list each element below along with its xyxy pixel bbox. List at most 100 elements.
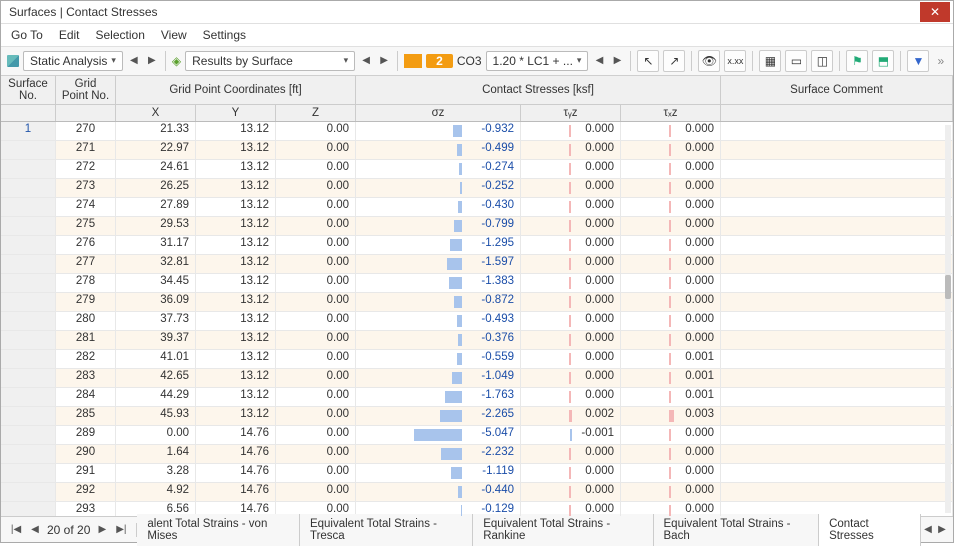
select-cursor-icon[interactable]: ↗ [663, 50, 685, 72]
more-icon[interactable]: » [937, 54, 944, 68]
table-row[interactable]: 28545.9313.120.00-2.2650.0020.003 [1, 407, 953, 426]
table-row[interactable]: 28342.6513.120.00-1.0490.0000.001 [1, 369, 953, 388]
table-row[interactable]: 27122.9713.120.00-0.4990.0000.000 [1, 141, 953, 160]
export-excel-icon[interactable]: ⬒ [872, 50, 894, 72]
cell-x: 34.45 [116, 274, 196, 292]
analysis-dropdown[interactable]: Static Analysis ▾ [23, 51, 123, 71]
table-row[interactable]: 27936.0913.120.00-0.8720.0000.000 [1, 293, 953, 312]
menu-settings[interactable]: Settings [203, 28, 246, 42]
first-page-button[interactable]: |◀ [9, 524, 23, 535]
col-surface-no[interactable]: Surface No. [1, 76, 56, 104]
menu-view[interactable]: View [161, 28, 187, 42]
next-page-button[interactable]: ▶ [95, 524, 109, 535]
table-row[interactable]: 2890.0014.760.00-5.047-0.0010.000 [1, 426, 953, 445]
cell-sz: -0.129 [356, 502, 521, 516]
last-page-button[interactable]: ▶| [114, 524, 128, 535]
table-row[interactable]: 27326.2513.120.00-0.2520.0000.000 [1, 179, 953, 198]
toolbar: Static Analysis ▾ ◀ ▶ ◈ Results by Surfa… [1, 47, 953, 76]
cell-point: 285 [56, 407, 116, 425]
table-row[interactable]: 27834.4513.120.00-1.3830.0000.000 [1, 274, 953, 293]
cell-point: 274 [56, 198, 116, 216]
flag-icon[interactable]: ⚑ [846, 50, 868, 72]
results-dropdown[interactable]: Results by Surface ▾ [185, 51, 355, 71]
combo-dropdown[interactable]: 1.20 * LC1 + ... ▾ [486, 51, 589, 71]
cell-tyz: 0.000 [521, 236, 621, 254]
cell-tyz: -0.001 [521, 426, 621, 444]
surface-icon: ◈ [172, 54, 181, 68]
next-button[interactable]: ▶ [610, 55, 624, 66]
menu-selection[interactable]: Selection [96, 28, 145, 42]
cell-y: 13.12 [196, 236, 276, 254]
col-sz[interactable]: σᴢ [356, 105, 521, 121]
cell-y: 14.76 [196, 445, 276, 463]
panel-icon[interactable]: ▭ [785, 50, 807, 72]
table-row[interactable]: 28139.3713.120.00-0.3760.0000.000 [1, 331, 953, 350]
cell-point: 283 [56, 369, 116, 387]
table-row[interactable]: 28241.0113.120.00-0.5590.0000.001 [1, 350, 953, 369]
menu-goto[interactable]: Go To [11, 28, 43, 42]
window-icon[interactable]: ◫ [811, 50, 833, 72]
decimal-icon[interactable]: x.xx [724, 50, 746, 72]
tab-scroll-right[interactable]: ▶ [935, 524, 949, 535]
table-row[interactable]: 27732.8113.120.00-1.5970.0000.000 [1, 255, 953, 274]
cell-z: 0.00 [276, 255, 356, 273]
cell-x: 45.93 [116, 407, 196, 425]
table-row[interactable]: 27224.6113.120.00-0.2740.0000.000 [1, 160, 953, 179]
col-group-stress[interactable]: Contact Stresses [ksf] [356, 76, 721, 104]
cell-x: 22.97 [116, 141, 196, 159]
select-arrow-icon[interactable]: ↖ [637, 50, 659, 72]
col-tyz[interactable]: τᵧᴢ [521, 105, 621, 121]
prev-page-button[interactable]: ◀ [28, 524, 42, 535]
col-comment-sub [721, 105, 953, 121]
cell-comment [721, 388, 953, 406]
table-row[interactable]: 2901.6414.760.00-2.2320.0000.000 [1, 445, 953, 464]
cell-point: 270 [56, 122, 116, 140]
tab[interactable]: alent Total Strains - von Mises [137, 514, 300, 546]
col-z[interactable]: Z [276, 105, 356, 121]
col-txz[interactable]: τₓᴢ [621, 105, 721, 121]
cell-z: 0.00 [276, 483, 356, 501]
cell-tyz: 0.000 [521, 388, 621, 406]
cell-sz: -1.763 [356, 388, 521, 406]
prev-button[interactable]: ◀ [359, 55, 373, 66]
close-button[interactable]: ✕ [920, 2, 950, 22]
cell-surface-no [1, 293, 56, 311]
grid-icon[interactable]: ▦ [759, 50, 781, 72]
table-row[interactable]: 2924.9214.760.00-0.4400.0000.000 [1, 483, 953, 502]
table-row[interactable]: 27631.1713.120.00-1.2950.0000.000 [1, 236, 953, 255]
prev-button[interactable]: ◀ [592, 55, 606, 66]
filter-icon[interactable]: ▼ [907, 50, 929, 72]
table-row[interactable]: 127021.3313.120.00-0.9320.0000.000 [1, 122, 953, 141]
table-row[interactable]: 27529.5313.120.00-0.7990.0000.000 [1, 217, 953, 236]
cell-x: 4.92 [116, 483, 196, 501]
col-x[interactable]: X [116, 105, 196, 121]
table-row[interactable]: 28037.7313.120.00-0.4930.0000.000 [1, 312, 953, 331]
col-group-coords[interactable]: Grid Point Coordinates [ft] [116, 76, 356, 104]
tab[interactable]: Equivalent Total Strains - Tresca [300, 514, 473, 546]
table-row[interactable]: 28444.2913.120.00-1.7630.0000.001 [1, 388, 953, 407]
table-row[interactable]: 27427.8913.120.00-0.4300.0000.000 [1, 198, 953, 217]
col-y[interactable]: Y [196, 105, 276, 121]
next-button[interactable]: ▶ [145, 55, 159, 66]
eye-icon[interactable]: 👁 [698, 50, 720, 72]
cell-x: 39.37 [116, 331, 196, 349]
cell-point: 275 [56, 217, 116, 235]
cell-y: 13.12 [196, 331, 276, 349]
tab[interactable]: Equivalent Total Strains - Bach [654, 514, 820, 546]
col-comment[interactable]: Surface Comment [721, 76, 953, 104]
scroll-thumb[interactable] [945, 275, 951, 299]
cell-surface-no [1, 274, 56, 292]
table-row[interactable]: 2913.2814.760.00-1.1190.0000.000 [1, 464, 953, 483]
cell-z: 0.00 [276, 445, 356, 463]
menu-edit[interactable]: Edit [59, 28, 80, 42]
next-button[interactable]: ▶ [377, 55, 391, 66]
cell-txz: 0.000 [621, 236, 721, 254]
vertical-scrollbar[interactable] [945, 125, 951, 513]
col-grid-point[interactable]: Grid Point No. [56, 76, 116, 104]
cell-z: 0.00 [276, 179, 356, 197]
tab[interactable]: Equivalent Total Strains - Rankine [473, 514, 653, 546]
prev-button[interactable]: ◀ [127, 55, 141, 66]
cell-sz: -0.440 [356, 483, 521, 501]
tab[interactable]: Contact Stresses [819, 514, 921, 546]
tab-scroll-left[interactable]: ◀ [921, 524, 935, 535]
